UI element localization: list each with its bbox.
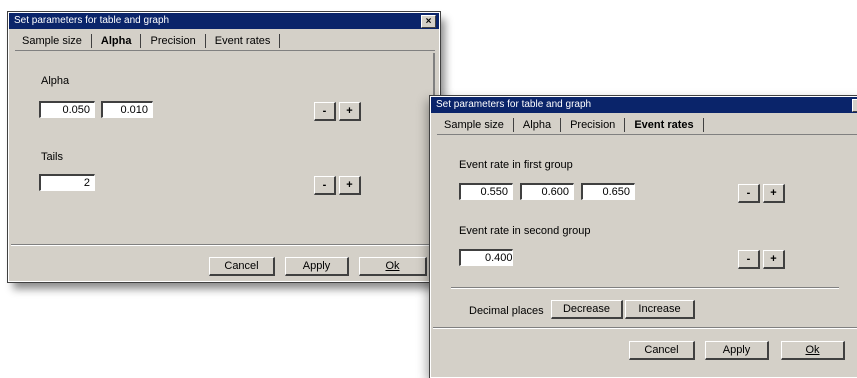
decrease-button[interactable]: Decrease <box>551 300 623 319</box>
first-group-label: Event rate in first group <box>459 159 573 171</box>
decimal-separator <box>451 287 839 289</box>
tab-panel-border <box>437 134 857 135</box>
title-bar: Set parameters for table and graph × <box>431 97 857 113</box>
event-rates-dialog: Set parameters for table and graph × Sam… <box>429 95 857 378</box>
decimal-places-label: Decimal places <box>469 305 544 317</box>
alpha-plus-button[interactable]: + <box>339 102 361 121</box>
footer-separator <box>11 244 435 246</box>
first-rate-input-3[interactable]: 0.650 <box>581 183 635 200</box>
dialog-title: Set parameters for table and graph <box>14 15 170 26</box>
alpha-minus-button[interactable]: - <box>314 102 336 121</box>
alpha-label: Alpha <box>41 75 70 87</box>
cancel-button[interactable]: Cancel <box>629 341 695 360</box>
close-button[interactable]: × <box>421 15 436 28</box>
tab-alpha[interactable]: Alpha <box>92 34 142 48</box>
ok-button[interactable]: Ok <box>781 341 845 360</box>
footer-separator <box>433 327 857 329</box>
second-minus-button[interactable]: - <box>738 250 760 269</box>
tab-strip: Sample size Alpha Precision Event rates <box>431 113 857 133</box>
tails-plus-button[interactable]: + <box>339 176 361 195</box>
first-rate-input-2[interactable]: 0.600 <box>520 183 574 200</box>
ok-button[interactable]: Ok <box>359 257 427 276</box>
second-plus-button[interactable]: + <box>763 250 785 269</box>
tails-input[interactable]: 2 <box>39 174 95 191</box>
apply-button[interactable]: Apply <box>705 341 769 360</box>
close-button[interactable]: × <box>852 99 857 112</box>
tab-alpha[interactable]: Alpha <box>514 118 562 132</box>
tab-precision[interactable]: Precision <box>141 34 206 48</box>
second-rate-input[interactable]: 0.400 <box>459 249 513 266</box>
tails-label: Tails <box>41 151 64 163</box>
tab-event-rates[interactable]: Event rates <box>625 118 704 132</box>
alpha-input-2[interactable]: 0.010 <box>101 101 153 118</box>
increase-button[interactable]: Increase <box>625 300 695 319</box>
tab-precision[interactable]: Precision <box>561 118 626 132</box>
tab-event-rates[interactable]: Event rates <box>206 34 281 48</box>
cancel-button[interactable]: Cancel <box>209 257 275 276</box>
first-plus-button[interactable]: + <box>763 184 785 203</box>
alpha-dialog: Set parameters for table and graph × Sam… <box>7 11 441 283</box>
first-rate-input-1[interactable]: 0.550 <box>459 183 513 200</box>
alpha-input-1[interactable]: 0.050 <box>39 101 95 118</box>
tab-sample-size[interactable]: Sample size <box>435 118 514 132</box>
first-minus-button[interactable]: - <box>738 184 760 203</box>
second-group-label: Event rate in second group <box>459 225 591 237</box>
dialog-title: Set parameters for table and graph <box>436 99 592 110</box>
tab-panel-border <box>15 50 435 51</box>
tab-sample-size[interactable]: Sample size <box>13 34 92 48</box>
title-bar: Set parameters for table and graph × <box>9 13 439 29</box>
tails-minus-button[interactable]: - <box>314 176 336 195</box>
tab-strip: Sample size Alpha Precision Event rates <box>9 29 439 49</box>
apply-button[interactable]: Apply <box>285 257 349 276</box>
